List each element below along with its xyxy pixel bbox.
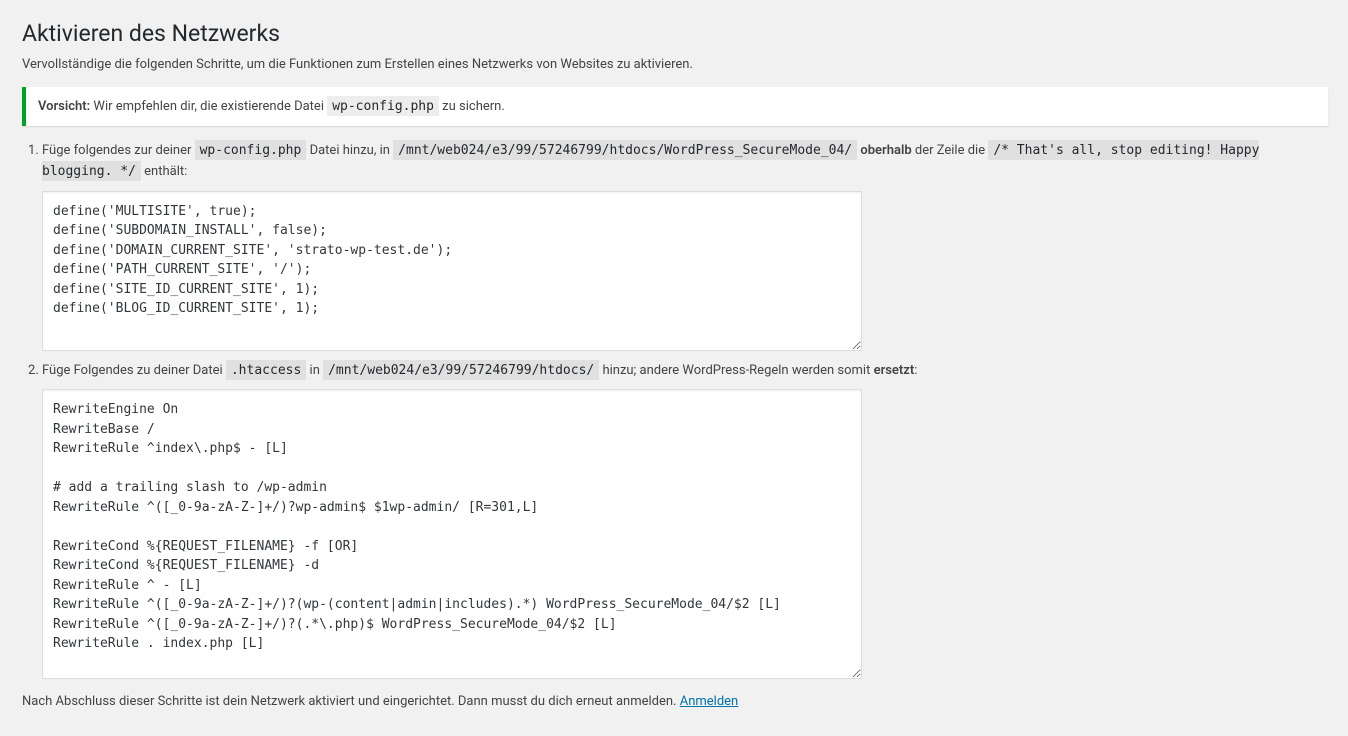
step2-text1: Füge Folgendes zu deiner Datei — [42, 363, 226, 378]
footer-text: Nach Abschluss dieser Schritte ist dein … — [22, 694, 1328, 709]
caution-notice: Vorsicht: Wir empfehlen dir, die existie… — [22, 87, 1328, 126]
step2-strong1: ersetzt — [874, 363, 915, 378]
step1-text2: Datei hinzu, in — [306, 143, 393, 158]
step1-text4: der Zeile die — [912, 143, 989, 158]
page-title: Aktivieren des Netzwerks — [22, 10, 1328, 52]
htaccess-textarea[interactable] — [42, 389, 862, 679]
step2-text2: in — [306, 363, 323, 378]
step2-text3: hinzu; andere WordPress-Regeln werden so… — [599, 363, 873, 378]
step2-code2: /mnt/web024/e3/99/57246799/htdocs/ — [323, 360, 599, 380]
footer-text-content: Nach Abschluss dieser Schritte ist dein … — [22, 694, 680, 709]
notice-code: wp-config.php — [327, 96, 439, 116]
step2-text4: : — [914, 363, 917, 378]
step-2: Füge Folgendes zu deiner Datei .htaccess… — [42, 361, 1328, 680]
login-link[interactable]: Anmelden — [680, 694, 739, 709]
steps-list: Füge folgendes zur deiner wp-config.php … — [42, 141, 1328, 679]
notice-before: Wir empfehlen dir, die existierende Date… — [90, 99, 327, 114]
step-1: Füge folgendes zur deiner wp-config.php … — [42, 141, 1328, 351]
step1-text1: Füge folgendes zur deiner — [42, 143, 195, 158]
step1-code2: /mnt/web024/e3/99/57246799/htdocs/WordPr… — [393, 140, 857, 160]
notice-text: Vorsicht: Wir empfehlen dir, die existie… — [38, 99, 1316, 114]
step2-code1: .htaccess — [226, 360, 306, 380]
notice-strong: Vorsicht: — [38, 99, 90, 114]
step1-strong1: oberhalb — [860, 143, 911, 158]
notice-after: zu sichern. — [439, 99, 505, 114]
intro-text: Vervollständige die folgenden Schritte, … — [22, 57, 1328, 72]
step1-text5: enthält: — [141, 164, 187, 179]
network-setup-page: Aktivieren des Netzwerks Vervollständige… — [0, 0, 1348, 709]
step1-code1: wp-config.php — [195, 140, 307, 160]
wp-config-textarea[interactable] — [42, 191, 862, 351]
